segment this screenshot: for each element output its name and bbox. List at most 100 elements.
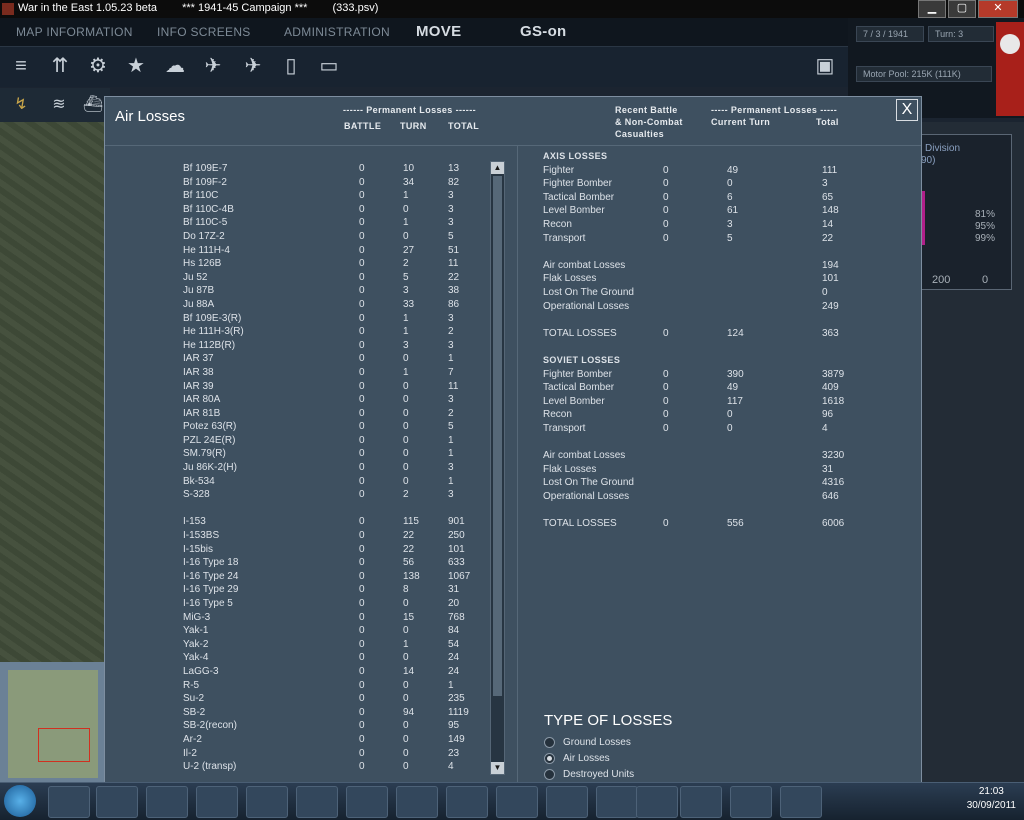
- app-icon-swirl[interactable]: [396, 786, 438, 818]
- book-icon[interactable]: [246, 786, 288, 818]
- internet-explorer-icon[interactable]: [48, 786, 90, 818]
- aircraft-name: IAR 39: [183, 380, 214, 392]
- summary-rec: 0: [663, 368, 669, 380]
- aircraft-name: I-153: [183, 516, 206, 528]
- unit-info-box[interactable]: Division 90) 81% 95% 99%: [920, 134, 1012, 290]
- clipboard-icon[interactable]: ▭: [316, 53, 342, 79]
- aircraft-row: I-16 Type 18 0 56 633: [105, 557, 485, 571]
- file-explorer-icon[interactable]: [96, 786, 138, 818]
- radio-air-losses-button[interactable]: [544, 753, 555, 764]
- scroll-up-arrow-icon[interactable]: ▲: [491, 162, 504, 174]
- aircraft-battle: 0: [359, 462, 365, 474]
- media-player-icon[interactable]: [146, 786, 188, 818]
- summary-name: Air combat Losses: [543, 450, 626, 462]
- disc-icon[interactable]: [296, 786, 338, 818]
- aircraft-total: 3: [448, 190, 454, 202]
- app-icon-red[interactable]: [446, 786, 488, 818]
- aircraft-battle: 0: [359, 203, 365, 215]
- fuel-icon[interactable]: ▯: [278, 53, 304, 79]
- aircraft-name: He 112B(R): [183, 339, 236, 351]
- system-clock[interactable]: 21:03 30/09/2011: [967, 785, 1016, 813]
- aircraft-turn: 0: [403, 652, 409, 664]
- dialog-close-button[interactable]: X: [896, 99, 918, 121]
- game-icon-2[interactable]: [680, 786, 722, 818]
- aircraft-battle: 0: [359, 665, 365, 677]
- aircraft-turn: 0: [403, 598, 409, 609]
- aircraft-turn: 0: [403, 394, 409, 406]
- start-button[interactable]: [4, 785, 36, 817]
- menu-gs-on[interactable]: GS-on: [520, 23, 567, 40]
- summary-tot: 363: [822, 327, 839, 339]
- report-icon[interactable]: ▣: [812, 53, 838, 79]
- aircraft-total: 38: [448, 285, 460, 297]
- menu-administration[interactable]: ADMINISTRATION: [284, 25, 390, 39]
- app-icon-yellow[interactable]: [346, 786, 388, 818]
- minimap-viewport[interactable]: [38, 728, 90, 762]
- list-scrollbar[interactable]: ▲ ▼: [490, 161, 505, 775]
- aircraft-turn: 14: [403, 665, 415, 677]
- summary-row: [543, 504, 913, 518]
- aircraft-total: 3: [448, 462, 454, 474]
- chart-icon[interactable]: ↯: [8, 92, 34, 118]
- summary-rec: 0: [663, 178, 669, 190]
- minimize-button[interactable]: ▁: [918, 0, 946, 18]
- aircraft-battle: 0: [359, 421, 365, 433]
- calculator-icon[interactable]: [496, 786, 538, 818]
- word-icon[interactable]: [730, 786, 772, 818]
- maximize-button[interactable]: ▢: [948, 0, 976, 18]
- aircraft-name: He 111H-3(R): [183, 326, 244, 338]
- minimap[interactable]: [0, 662, 104, 782]
- aircraft-battle: 0: [359, 353, 365, 365]
- radio-ground-losses-label: Ground Losses: [563, 737, 631, 749]
- units-icon[interactable]: ⇈: [47, 53, 73, 79]
- summary-cur: 3: [727, 218, 733, 230]
- aircraft-loss-list[interactable]: Bf 109E-7 0 10 13 Bf 109F-2 0 34 82 Bf 110C 0 1 3 Bf…: [105, 163, 485, 771]
- steam-icon[interactable]: [596, 786, 638, 818]
- hex-map[interactable]: [0, 122, 104, 662]
- menu-map-information[interactable]: MAP INFORMATION: [16, 25, 133, 39]
- weather-icon[interactable]: ☁: [162, 53, 188, 79]
- unit-label-2: 90): [921, 155, 936, 166]
- aircraft-battle: 0: [359, 720, 365, 732]
- aircraft-battle: 0: [359, 258, 365, 270]
- radio-ground-losses-button[interactable]: [544, 737, 555, 748]
- scroll-down-arrow-icon[interactable]: ▼: [491, 762, 504, 774]
- aircraft-battle: 0: [359, 475, 365, 487]
- aircraft-battle: 0: [359, 625, 365, 637]
- summary-name: Air combat Losses: [543, 259, 626, 271]
- star-icon[interactable]: ★: [123, 53, 149, 79]
- scroll-thumb[interactable]: [493, 176, 502, 696]
- aircraft-turn: 94: [403, 706, 415, 718]
- skype-icon[interactable]: [546, 786, 588, 818]
- summary-name: Fighter Bomber: [543, 178, 612, 190]
- aircraft-name: PZL 24E(R): [183, 434, 236, 446]
- window-title-app: War in the East 1.05.23 beta: [18, 2, 158, 14]
- chrome-icon[interactable]: [196, 786, 238, 818]
- menu-move[interactable]: MOVE: [416, 23, 461, 40]
- rail-icon[interactable]: ≋: [46, 92, 72, 118]
- aircraft-total: 901: [448, 516, 465, 528]
- clock-date: 30/09/2011: [966, 800, 1016, 811]
- aircraft-row: Bf 110C-4B 0 0 3: [105, 204, 485, 218]
- photo-viewer-icon[interactable]: [780, 786, 822, 818]
- gear-icon[interactable]: ⚙: [85, 53, 111, 79]
- bomber-icon[interactable]: ✈: [240, 53, 266, 79]
- summary-tot: 409: [822, 382, 839, 394]
- close-window-button[interactable]: ✕: [978, 0, 1018, 18]
- aircraft-name: Ju 86K-2(H): [183, 462, 237, 474]
- summary-row: TOTAL LOSSES 0 556 6006: [543, 518, 913, 532]
- radio-ground-losses[interactable]: Ground Losses: [544, 737, 631, 748]
- radio-destroyed-units-button[interactable]: [544, 769, 555, 780]
- hq-icon[interactable]: ≡: [8, 53, 34, 79]
- aircraft-name: Bf 110C: [183, 190, 219, 202]
- summary-row: Fighter Bomber 0 390 3879: [543, 369, 913, 383]
- aircraft-turn: 10: [403, 163, 415, 174]
- aircraft-total: 1: [448, 434, 454, 446]
- airbase-icon[interactable]: ✈: [200, 53, 226, 79]
- aircraft-row: Bf 110C 0 1 3: [105, 190, 485, 204]
- game-icon-1[interactable]: [636, 786, 678, 818]
- ship-icon[interactable]: ⛴: [80, 92, 106, 118]
- radio-air-losses[interactable]: Air Losses: [544, 753, 610, 764]
- menu-info-screens[interactable]: INFO SCREENS: [157, 25, 251, 39]
- radio-destroyed-units[interactable]: Destroyed Units: [544, 769, 634, 780]
